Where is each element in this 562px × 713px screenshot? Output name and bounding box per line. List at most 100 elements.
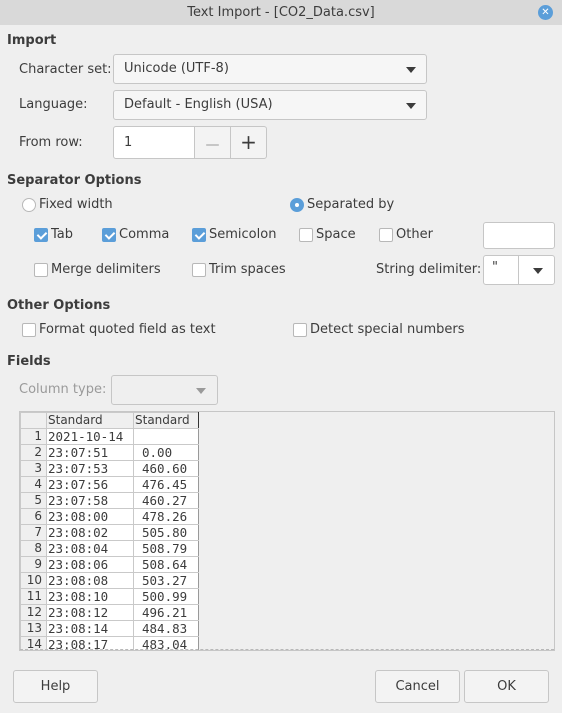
cell-col2[interactable]: 503.27	[133, 572, 199, 589]
fixed-width-radio[interactable]	[22, 198, 36, 212]
row-number[interactable]: 6	[20, 508, 47, 525]
row-number[interactable]: 10	[20, 572, 47, 589]
cell-col1[interactable]: 2021-10-14	[46, 428, 134, 445]
table-row: 10 23:08:08 503.27	[20, 572, 199, 589]
cell-col2[interactable]: 496.21	[133, 604, 199, 621]
other-input[interactable]	[483, 222, 555, 249]
increment-button[interactable]: +	[230, 126, 267, 159]
trim-spaces-checkbox[interactable]	[192, 263, 206, 277]
cell-col2[interactable]: 505.80	[133, 524, 199, 541]
language-label: Language:	[19, 97, 88, 112]
row-number[interactable]: 1	[20, 428, 47, 445]
table-row: 9 23:08:06 508.64	[20, 556, 199, 573]
cell-col1[interactable]: 23:08:02	[46, 524, 134, 541]
window-title: Text Import - [CO2_Data.csv]	[187, 5, 375, 20]
cell-col2[interactable]: 500.99	[133, 588, 199, 605]
comma-label[interactable]: Comma	[119, 227, 169, 242]
column-header[interactable]: Standard	[133, 412, 199, 429]
row-number[interactable]: 7	[20, 524, 47, 541]
fixed-width-label[interactable]: Fixed width	[39, 197, 113, 212]
from-row-input[interactable]: 1	[113, 126, 195, 159]
cell-col1[interactable]: 23:07:51	[46, 444, 134, 461]
cell-col1[interactable]: 23:08:12	[46, 604, 134, 621]
cell-col2[interactable]	[133, 428, 199, 445]
cell-col1[interactable]: 23:08:00	[46, 508, 134, 525]
chevron-down-icon[interactable]	[533, 268, 543, 274]
semicolon-label[interactable]: Semicolon	[209, 227, 276, 242]
trim-spaces-label[interactable]: Trim spaces	[209, 262, 286, 277]
space-label[interactable]: Space	[316, 227, 356, 242]
cell-col1[interactable]: 23:08:10	[46, 588, 134, 605]
corner-cell	[20, 412, 47, 429]
cell-col2[interactable]: 476.45	[133, 476, 199, 493]
column-header[interactable]: Standard	[46, 412, 134, 429]
detect-special-label[interactable]: Detect special numbers	[310, 322, 464, 337]
fields-heading: Fields	[7, 354, 51, 369]
column-type-label: Column type:	[19, 382, 107, 397]
cell-col1[interactable]: 23:08:14	[46, 620, 134, 637]
table-row: 7 23:08:02 505.80	[20, 524, 199, 541]
table-row: 11 23:08:10 500.99	[20, 588, 199, 605]
help-button[interactable]: Help	[13, 670, 98, 703]
merge-delimiters-checkbox[interactable]	[34, 263, 48, 277]
table-row: 5 23:07:58 460.27	[20, 492, 199, 509]
chevron-down-icon	[196, 388, 206, 394]
charset-dropdown[interactable]: Unicode (UTF-8)	[113, 54, 427, 84]
row-number[interactable]: 3	[20, 460, 47, 477]
table-row: 2 23:07:51 0.00	[20, 444, 199, 461]
detect-special-checkbox[interactable]	[293, 323, 307, 337]
row-number[interactable]: 4	[20, 476, 47, 493]
cell-col2[interactable]: 508.64	[133, 556, 199, 573]
column-type-dropdown[interactable]	[111, 375, 218, 405]
table-row: 4 23:07:56 476.45	[20, 476, 199, 493]
chevron-down-icon	[406, 103, 416, 109]
row-number[interactable]: 13	[20, 620, 47, 637]
tab-label[interactable]: Tab	[51, 227, 73, 242]
merge-delimiters-label[interactable]: Merge delimiters	[51, 262, 161, 277]
tab-checkbox[interactable]	[34, 228, 48, 242]
cell-col1[interactable]: 23:07:56	[46, 476, 134, 493]
cell-col1[interactable]: 23:07:58	[46, 492, 134, 509]
language-dropdown[interactable]: Default - English (USA)	[113, 90, 427, 120]
chevron-down-icon	[406, 67, 416, 73]
cell-col2[interactable]: 508.79	[133, 540, 199, 557]
string-delimiter-combo[interactable]: "	[483, 255, 555, 285]
space-checkbox[interactable]	[299, 228, 313, 242]
comma-checkbox[interactable]	[102, 228, 116, 242]
separated-by-radio[interactable]	[290, 198, 304, 212]
cell-col1[interactable]: 23:08:06	[46, 556, 134, 573]
cell-col1[interactable]: 23:08:04	[46, 540, 134, 557]
cell-col1[interactable]: 23:08:08	[46, 572, 134, 589]
cancel-button[interactable]: Cancel	[375, 670, 460, 703]
close-icon[interactable]: ✕	[538, 5, 553, 20]
other-checkbox[interactable]	[379, 228, 393, 242]
row-number[interactable]: 9	[20, 556, 47, 573]
semicolon-checkbox[interactable]	[192, 228, 206, 242]
format-quoted-label[interactable]: Format quoted field as text	[39, 322, 216, 337]
cell-col2[interactable]: 478.26	[133, 508, 199, 525]
cell-col1[interactable]: 23:07:53	[46, 460, 134, 477]
table-row: 13 23:08:14 484.83	[20, 620, 199, 637]
cell-col2[interactable]: 0.00	[133, 444, 199, 461]
table-row: 8 23:08:04 508.79	[20, 540, 199, 557]
other-label[interactable]: Other	[396, 227, 433, 242]
cell-col2[interactable]: 460.60	[133, 460, 199, 477]
import-heading: Import	[7, 33, 57, 48]
row-number[interactable]: 5	[20, 492, 47, 509]
separator-heading: Separator Options	[7, 173, 142, 188]
separated-by-label[interactable]: Separated by	[307, 197, 394, 212]
row-number[interactable]: 11	[20, 588, 47, 605]
preview-grid: Standard Standard 1 2021-10-14 2 23:07:51 0.…	[20, 412, 199, 650]
data-preview[interactable]: Standard Standard 1 2021-10-14 2 23:07:51 0.…	[19, 411, 555, 651]
row-number[interactable]: 12	[20, 604, 47, 621]
cell-col2[interactable]: 460.27	[133, 492, 199, 509]
row-number[interactable]: 2	[20, 444, 47, 461]
table-row: 6 23:08:00 478.26	[20, 508, 199, 525]
decrement-button[interactable]: —	[194, 126, 231, 159]
cell-col2[interactable]: 484.83	[133, 620, 199, 637]
ok-button[interactable]: OK	[464, 670, 549, 703]
other-options-heading: Other Options	[7, 298, 111, 313]
row-number[interactable]: 8	[20, 540, 47, 557]
from-row-value: 1	[124, 135, 133, 150]
format-quoted-checkbox[interactable]	[22, 323, 36, 337]
